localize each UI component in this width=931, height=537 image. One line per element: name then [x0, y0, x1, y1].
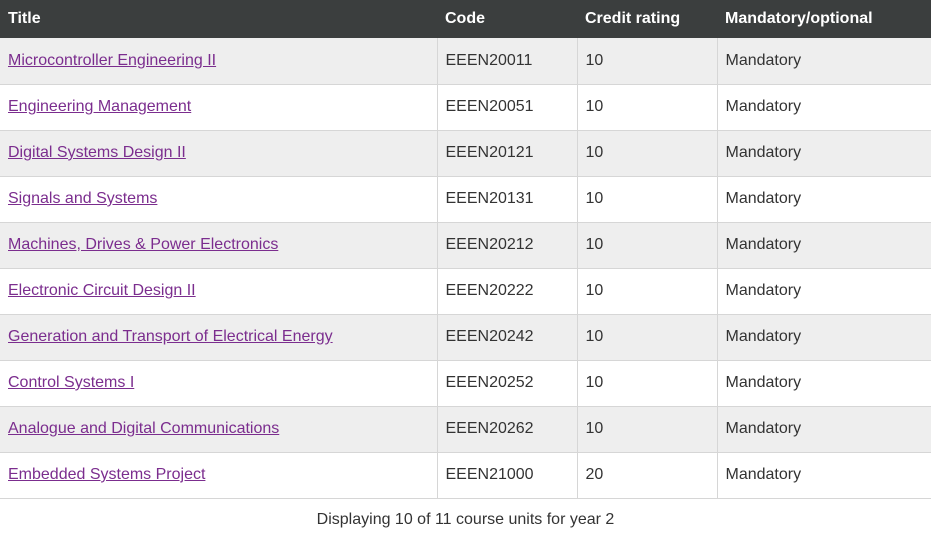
table-row: Machines, Drives & Power Electronics EEEN…: [0, 222, 931, 269]
table-row: Analogue and Digital Communications EEEN2…: [0, 406, 931, 453]
cell-mandatory-optional: Mandatory: [717, 38, 931, 85]
table-row: Microcontroller Engineering II EEEN20011 1…: [0, 38, 931, 85]
course-unit-link[interactable]: Signals and Systems: [8, 190, 157, 207]
course-unit-link[interactable]: Generation and Transport of Electrical E…: [8, 328, 333, 345]
cell-title: Engineering Management: [0, 84, 438, 131]
cell-code: EEEN20222: [437, 268, 578, 315]
table-row: Embedded Systems Project EEEN21000 20 Manda…: [0, 452, 931, 499]
cell-code: EEEN20252: [437, 360, 578, 407]
cell-title: Generation and Transport of Electrical E…: [0, 314, 438, 361]
cell-code: EEEN20131: [437, 176, 578, 223]
cell-credit-rating: 10: [577, 176, 718, 223]
table-header-row: Title Code Credit rating Mandatory/optio…: [0, 0, 931, 38]
cell-title: Control Systems I: [0, 360, 438, 407]
table-body: Microcontroller Engineering II EEEN20011 1…: [0, 38, 931, 499]
table-row: Digital Systems Design II EEEN20121 10 Mand…: [0, 130, 931, 177]
cell-code: EEEN20011: [437, 38, 578, 85]
course-unit-link[interactable]: Machines, Drives & Power Electronics: [8, 236, 278, 253]
cell-mandatory-optional: Mandatory: [717, 452, 931, 499]
cell-code: EEEN20051: [437, 84, 578, 131]
course-unit-link[interactable]: Microcontroller Engineering II: [8, 52, 216, 69]
cell-credit-rating: 20: [577, 452, 718, 499]
cell-credit-rating: 10: [577, 360, 718, 407]
table-row: Signals and Systems EEEN20131 10 Mandatory: [0, 176, 931, 223]
cell-credit-rating: 10: [577, 222, 718, 269]
course-unit-link[interactable]: Engineering Management: [8, 98, 191, 115]
column-header-credit-rating: Credit rating: [577, 0, 717, 38]
cell-title: Electronic Circuit Design II: [0, 268, 438, 315]
cell-mandatory-optional: Mandatory: [717, 176, 931, 223]
cell-code: EEEN20242: [437, 314, 578, 361]
cell-code: EEEN20212: [437, 222, 578, 269]
cell-title: Signals and Systems: [0, 176, 438, 223]
cell-code: EEEN20121: [437, 130, 578, 177]
table-caption: Displaying 10 of 11 course units for yea…: [316, 510, 615, 528]
cell-title: Digital Systems Design II: [0, 130, 438, 177]
cell-credit-rating: 10: [577, 268, 718, 315]
table-row: Engineering Management EEEN20051 10 Mandato…: [0, 84, 931, 131]
cell-title: Microcontroller Engineering II: [0, 38, 438, 85]
cell-credit-rating: 10: [577, 130, 718, 177]
column-header-title: Title: [0, 0, 437, 38]
cell-code: EEEN20262: [437, 406, 578, 453]
table-header: Title Code Credit rating Mandatory/optio…: [0, 0, 931, 38]
cell-code: EEEN21000: [437, 452, 578, 499]
course-unit-link[interactable]: Electronic Circuit Design II: [8, 282, 196, 299]
course-unit-link[interactable]: Embedded Systems Project: [8, 466, 205, 483]
column-header-mandatory-optional: Mandatory/optional: [717, 0, 931, 38]
table-row: Generation and Transport of Electrical E…: [0, 314, 931, 361]
course-unit-link[interactable]: Control Systems I: [8, 374, 134, 391]
cell-mandatory-optional: Mandatory: [717, 406, 931, 453]
cell-credit-rating: 10: [577, 406, 718, 453]
table-row: Control Systems I EEEN20252 10 Mandatory: [0, 360, 931, 407]
course-unit-link[interactable]: Analogue and Digital Communications: [8, 420, 279, 437]
course-unit-link[interactable]: Digital Systems Design II: [8, 144, 186, 161]
cell-credit-rating: 10: [577, 38, 718, 85]
cell-mandatory-optional: Mandatory: [717, 268, 931, 315]
table-row: Electronic Circuit Design II EEEN20222 10 M…: [0, 268, 931, 315]
cell-title: Analogue and Digital Communications: [0, 406, 438, 453]
cell-mandatory-optional: Mandatory: [717, 84, 931, 131]
cell-credit-rating: 10: [577, 84, 718, 131]
cell-title: Machines, Drives & Power Electronics: [0, 222, 438, 269]
column-header-code: Code: [437, 0, 577, 38]
cell-title: Embedded Systems Project: [0, 452, 438, 499]
course-units-table: Title Code Credit rating Mandatory/optio…: [0, 0, 931, 499]
cell-mandatory-optional: Mandatory: [717, 222, 931, 269]
cell-credit-rating: 10: [577, 314, 718, 361]
cell-mandatory-optional: Mandatory: [717, 360, 931, 407]
cell-mandatory-optional: Mandatory: [717, 130, 931, 177]
cell-mandatory-optional: Mandatory: [717, 314, 931, 361]
